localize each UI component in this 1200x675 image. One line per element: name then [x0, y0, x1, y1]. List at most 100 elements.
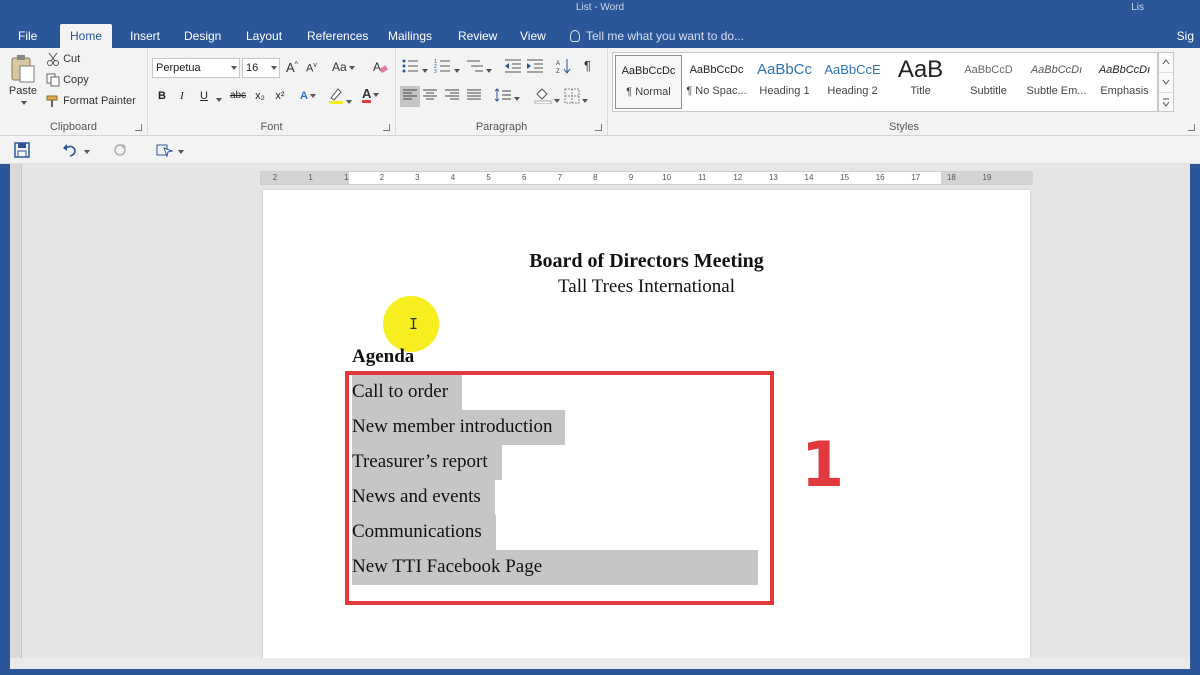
- style-subtle-emphasis[interactable]: AaBbCcDı Subtle Em...: [1023, 55, 1090, 109]
- ruler-tick-label: 4: [450, 173, 456, 182]
- copy-button[interactable]: Copy: [46, 73, 89, 87]
- line-spacing-button[interactable]: [494, 88, 520, 105]
- document-page[interactable]: Board of Directors Meeting Tall Trees In…: [263, 190, 1030, 669]
- tab-home[interactable]: Home: [60, 24, 113, 48]
- align-left-button[interactable]: [400, 86, 420, 107]
- tab-mailings[interactable]: Mailings: [378, 24, 442, 48]
- ruler-tick-label: 5: [486, 173, 491, 182]
- font-size-value: 16: [246, 62, 259, 74]
- gallery-scroll-up-icon[interactable]: [1159, 53, 1173, 73]
- text-effects-button[interactable]: A: [298, 86, 318, 106]
- undo-dropdown-icon[interactable]: [82, 143, 90, 161]
- font-color-button[interactable]: A: [362, 87, 380, 103]
- svg-text:A: A: [556, 61, 560, 67]
- gallery-scroll-down-icon[interactable]: [1159, 73, 1173, 93]
- change-case-button[interactable]: Aa: [332, 60, 355, 74]
- tab-review[interactable]: Review: [448, 24, 507, 48]
- style-title[interactable]: AaB Title: [887, 55, 954, 109]
- subscript-button[interactable]: x₂: [250, 86, 270, 106]
- clear-formatting-button[interactable]: A: [372, 59, 388, 78]
- style-name: Subtle Em...: [1026, 85, 1087, 97]
- shading-button[interactable]: [534, 86, 560, 107]
- numbering-button[interactable]: 123: [434, 58, 460, 77]
- font-name-combo[interactable]: Perpetua: [152, 58, 240, 78]
- highlight-color-button[interactable]: [328, 87, 352, 108]
- agenda-heading[interactable]: Agenda: [352, 346, 414, 368]
- underline-dropdown-icon[interactable]: [214, 94, 222, 106]
- style-heading-2[interactable]: AaBbCcE Heading 2: [819, 55, 886, 109]
- multilevel-list-button[interactable]: [466, 58, 492, 77]
- sort-button[interactable]: AZ: [556, 58, 572, 77]
- touch-mode-icon[interactable]: [156, 142, 174, 158]
- style-sample: AaBbCcDc: [689, 64, 744, 76]
- sign-in-link[interactable]: Sig: [1177, 24, 1194, 48]
- clipboard-launcher-icon[interactable]: [135, 124, 142, 131]
- paste-dropdown-icon[interactable]: [8, 97, 38, 106]
- tab-insert[interactable]: Insert: [120, 24, 170, 48]
- document-subtitle[interactable]: Tall Trees International: [263, 276, 1030, 298]
- style-normal[interactable]: AaBbCcDc ¶ Normal: [615, 55, 682, 109]
- justify-icon: [467, 89, 481, 100]
- paste-button[interactable]: Paste: [8, 54, 38, 106]
- ruler-tick-label: 1: [343, 173, 349, 182]
- user-name[interactable]: Lis: [1131, 2, 1144, 13]
- bold-button[interactable]: B: [152, 86, 172, 106]
- italic-button[interactable]: I: [172, 86, 192, 106]
- align-right-button[interactable]: [444, 88, 460, 105]
- superscript-button[interactable]: x²: [270, 86, 290, 106]
- borders-icon: [564, 88, 580, 104]
- styles-launcher-icon[interactable]: [1188, 124, 1195, 131]
- copy-icon: [46, 73, 60, 87]
- font-group: Perpetua 16 A^ Av Aa A B I U abc x₂ x² A…: [148, 48, 396, 136]
- paragraph-launcher-icon[interactable]: [595, 124, 602, 131]
- font-launcher-icon[interactable]: [383, 124, 390, 131]
- tab-references[interactable]: References: [297, 24, 378, 48]
- align-center-icon: [423, 89, 437, 100]
- grow-font-button[interactable]: A^: [286, 60, 298, 75]
- style-no-spacing[interactable]: AaBbCcDc ¶ No Spac...: [683, 55, 750, 109]
- horizontal-ruler[interactable]: 2 1 1 2 3 4 5 6 7 8 9 10 11 12 13 14 15 16 17 18 19: [260, 171, 1033, 185]
- svg-text:A: A: [373, 60, 381, 74]
- save-icon[interactable]: [14, 142, 30, 158]
- redo-icon[interactable]: [112, 142, 128, 158]
- underline-button[interactable]: U: [194, 86, 214, 106]
- style-sample: AaBbCcDı: [1030, 64, 1083, 76]
- shrink-font-button[interactable]: Av: [306, 62, 317, 75]
- tab-layout[interactable]: Layout: [236, 24, 292, 48]
- clipboard-group: Paste Cut Copy Format Painter Clipboard: [0, 48, 148, 136]
- tab-design[interactable]: Design: [174, 24, 231, 48]
- paste-label: Paste: [8, 85, 38, 97]
- paragraph-group: 123 AZ ¶ Paragraph: [396, 48, 608, 136]
- ruler-tick-label: 16: [875, 173, 885, 182]
- ruler-tick-label: 12: [733, 173, 743, 182]
- quick-access-toolbar: [0, 136, 1200, 164]
- format-painter-button[interactable]: Format Painter: [46, 94, 136, 108]
- font-size-combo[interactable]: 16: [242, 58, 280, 78]
- decrease-indent-button[interactable]: [504, 58, 522, 77]
- cut-label: Cut: [63, 52, 81, 65]
- tab-file[interactable]: File: [8, 24, 47, 48]
- cut-button[interactable]: Cut: [46, 52, 80, 66]
- ribbon: Paste Cut Copy Format Painter Clipboard: [0, 48, 1200, 136]
- customize-toolbar-icon[interactable]: [176, 143, 184, 161]
- undo-icon[interactable]: [62, 142, 78, 158]
- ruler-tick-label: 8: [593, 173, 598, 182]
- bullets-button[interactable]: [402, 58, 428, 77]
- justify-button[interactable]: [466, 88, 482, 105]
- svg-text:3: 3: [434, 69, 437, 74]
- tab-view[interactable]: View: [510, 24, 556, 48]
- document-title[interactable]: Board of Directors Meeting: [263, 250, 1030, 273]
- style-subtitle[interactable]: AaBbCcD Subtitle: [955, 55, 1022, 109]
- tell-me-search[interactable]: Tell me what you want to do...: [570, 24, 744, 48]
- scissors-icon: [47, 52, 59, 66]
- increase-indent-button[interactable]: [526, 58, 544, 77]
- gallery-more-icon[interactable]: [1159, 93, 1173, 113]
- align-center-button[interactable]: [422, 88, 438, 105]
- style-heading-1[interactable]: AaBbCc Heading 1: [751, 55, 818, 109]
- ruler-tick-label: 1: [308, 173, 313, 182]
- strikethrough-button[interactable]: abc: [226, 86, 250, 106]
- style-emphasis[interactable]: AaBbCcDı Emphasis: [1091, 55, 1158, 109]
- styles-gallery-scroll: [1158, 52, 1174, 112]
- borders-button[interactable]: [564, 88, 588, 107]
- show-formatting-marks-button[interactable]: ¶: [584, 58, 591, 73]
